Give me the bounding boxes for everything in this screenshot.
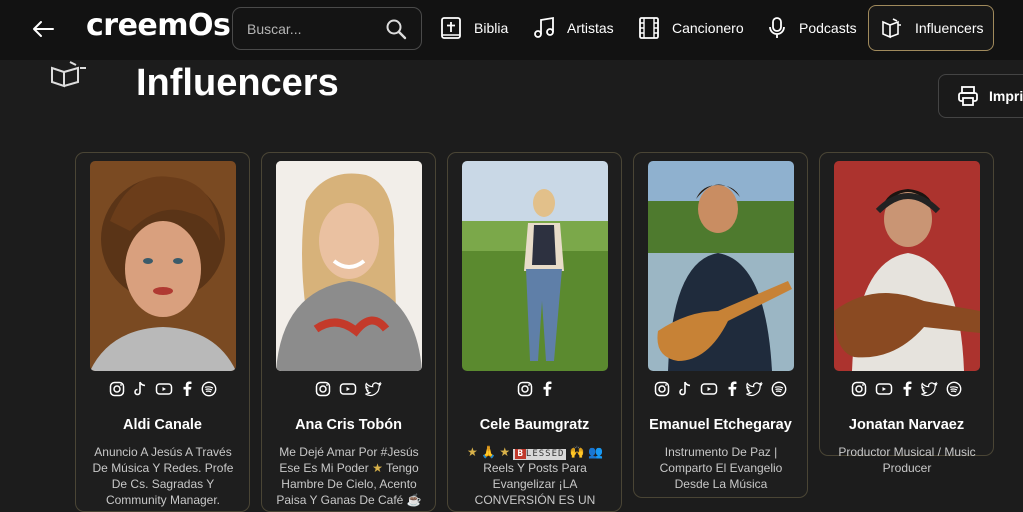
influencer-card[interactable]: Ana Cris Tobón Me Dejé Amar Por #Jesús E… (261, 152, 436, 512)
printer-icon (958, 86, 978, 106)
influencer-name: Jonatan Narvaez (848, 417, 965, 433)
nav-label: Biblia (474, 20, 509, 36)
instagram-icon[interactable] (315, 381, 331, 397)
influencer-card[interactable]: Jonatan Narvaez Productor Musical / Musi… (819, 152, 994, 475)
spotify-icon[interactable] (946, 381, 962, 397)
nav-label: Cancionero (672, 20, 744, 36)
print-label: Imprimir (989, 88, 1023, 104)
instagram-icon[interactable] (851, 381, 867, 397)
nav-item-artistas[interactable]: Artistas (533, 5, 614, 51)
social-links (76, 381, 249, 397)
nav-label: Artistas (567, 20, 614, 36)
print-button[interactable]: Imprimir (938, 74, 1023, 118)
instagram-icon[interactable] (109, 381, 125, 397)
youtube-icon[interactable] (155, 381, 173, 397)
youtube-icon[interactable] (700, 381, 718, 397)
facebook-icon[interactable] (901, 381, 913, 397)
social-links (820, 381, 993, 397)
nav-label: Podcasts (799, 20, 857, 36)
influencer-bio: Anuncio A Jesús A Través De Música Y Red… (92, 445, 234, 507)
nav-item-cancionero[interactable]: Cancionero (638, 5, 744, 51)
social-links (448, 381, 621, 397)
influencer-bio: Instrumento De Paz | Comparto El Evangel… (659, 445, 783, 491)
app-logo[interactable]: creemOs (86, 8, 231, 43)
influencer-name: Cele Baumgratz (479, 417, 590, 433)
microphone-icon (769, 17, 785, 38)
twitter-icon[interactable] (365, 381, 382, 397)
top-bar: creemOs Biblia Artistas Cancionero Podca… (0, 0, 1023, 60)
facebook-icon[interactable] (726, 381, 738, 397)
back-button[interactable] (28, 14, 58, 44)
instagram-icon[interactable] (517, 381, 533, 397)
twitter-icon[interactable] (746, 381, 763, 397)
influencer-icon (882, 18, 901, 39)
influencer-card[interactable]: Aldi Canale Anuncio A Jesús A Través De … (75, 152, 250, 512)
nav-item-podcasts[interactable]: Podcasts (767, 5, 857, 51)
music-note-icon (534, 16, 554, 38)
facebook-icon[interactable] (541, 381, 553, 397)
search-icon[interactable] (385, 18, 407, 45)
nav-item-influencers[interactable]: Influencers (868, 5, 995, 51)
social-links (262, 381, 435, 397)
influencer-icon (48, 58, 90, 93)
spotify-icon[interactable] (771, 381, 787, 397)
influencer-photo (276, 161, 422, 371)
film-icon (639, 17, 659, 39)
instagram-icon[interactable] (654, 381, 670, 397)
search-box[interactable] (232, 7, 422, 50)
tiktok-icon[interactable] (678, 381, 692, 397)
facebook-icon[interactable] (181, 381, 193, 397)
tiktok-icon[interactable] (133, 381, 147, 397)
search-input[interactable] (247, 19, 377, 39)
influencer-name: Emanuel Etchegaray (649, 417, 792, 433)
influencer-name: Ana Cris Tobón (295, 417, 402, 433)
twitter-icon[interactable] (921, 381, 938, 397)
nav-item-biblia[interactable]: Biblia (440, 5, 508, 51)
influencer-photo (648, 161, 794, 371)
influencer-name: Aldi Canale (123, 417, 202, 433)
bible-icon (441, 17, 461, 39)
page-title: Influencers (136, 62, 339, 104)
social-links (634, 381, 807, 397)
youtube-icon[interactable] (875, 381, 893, 397)
influencer-photo (90, 161, 236, 371)
influencer-bio: Productor Musical / Music Producer (838, 445, 976, 475)
influencer-bio: ★ 🙏 ★ B LESSED 🙌 👥 Reels Y Posts Para Eva… (467, 445, 603, 507)
nav-label: Influencers (915, 20, 984, 36)
influencer-photo (462, 161, 608, 371)
influencer-card[interactable]: Cele Baumgratz ★ 🙏 ★ B LESSED 🙌 👥 Reels Y… (447, 152, 622, 512)
arrow-left-icon (33, 21, 54, 37)
influencer-bio: Me Dejé Amar Por #Jesús Ese Es Mi Poder … (276, 445, 422, 507)
influencer-photo (834, 161, 980, 371)
spotify-icon[interactable] (201, 381, 217, 397)
influencer-card[interactable]: Emanuel Etchegaray Instrumento De Paz | … (633, 152, 808, 498)
youtube-icon[interactable] (339, 381, 357, 397)
